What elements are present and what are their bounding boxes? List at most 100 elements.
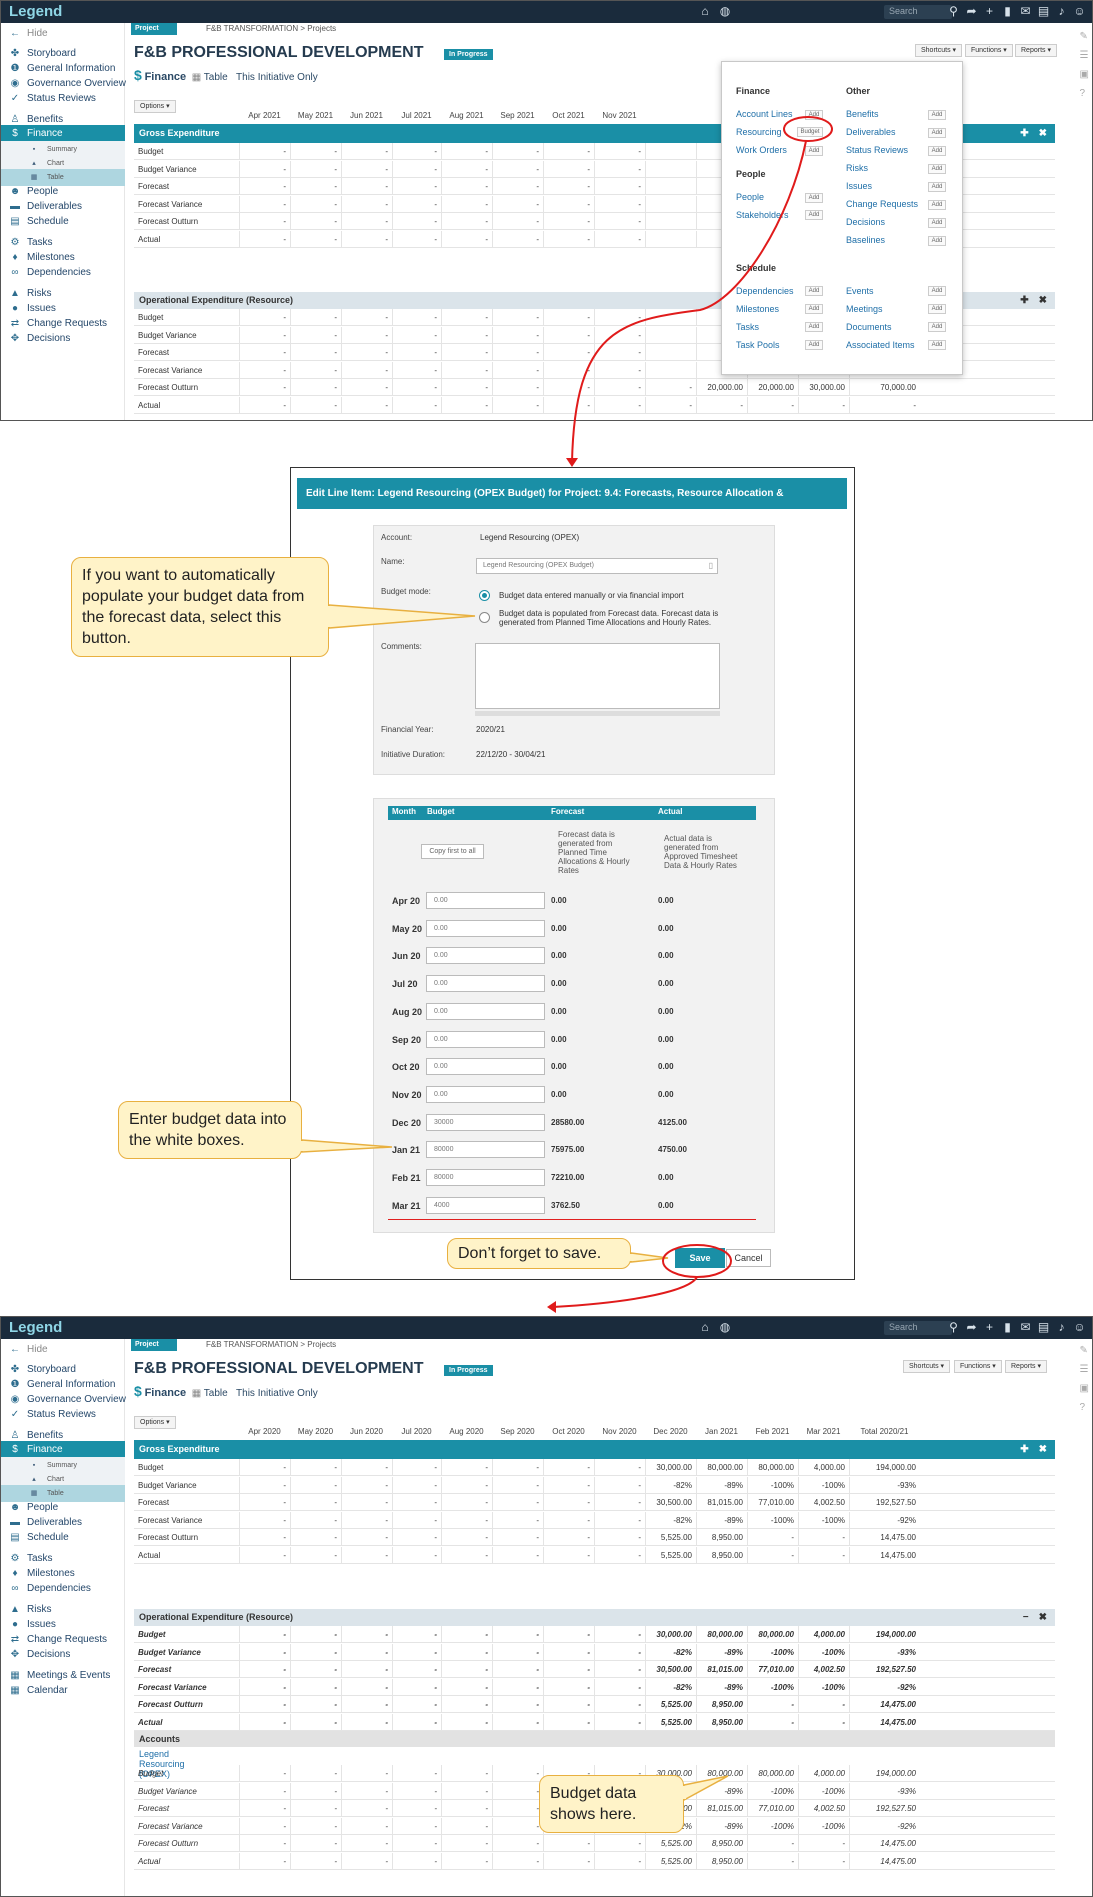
dd-resourcing[interactable]: Resourcing (736, 127, 782, 137)
sidebar-item-status-reviews[interactable]: ✓ Status Reviews (1, 90, 125, 107)
dd-add-tasks[interactable]: Add (805, 322, 823, 332)
sidebar-hide[interactable]: ← Hide (1, 25, 125, 42)
cancel-button[interactable]: Cancel (726, 1249, 771, 1267)
sidebar-item-schedule[interactable]: ▤ Schedule (1, 1529, 125, 1546)
budget-input[interactable]: 0.00 (426, 1002, 545, 1020)
bell-icon[interactable]: ♪ (1055, 4, 1068, 18)
list-icon[interactable]: ☰ (1080, 50, 1089, 61)
reports-button[interactable]: Reports ▾ (1015, 44, 1057, 57)
view-label[interactable]: Table (204, 72, 228, 83)
sidebar-item-finance[interactable]: $ Finance (1, 1441, 125, 1458)
dd-status-reviews[interactable]: Status Reviews (846, 145, 908, 155)
dd-tasks[interactable]: Tasks (736, 322, 759, 332)
budget-input[interactable]: 30000 (426, 1113, 545, 1131)
save-button[interactable]: Save (675, 1248, 725, 1268)
home-icon[interactable]: ⌂ (698, 1320, 712, 1334)
bell-icon[interactable]: ♪ (1055, 1320, 1068, 1334)
dd-documents[interactable]: Documents (846, 322, 892, 332)
globe-icon[interactable]: ◍ (718, 4, 732, 18)
lock-icon[interactable]: ▣ (1080, 1383, 1089, 1394)
budget-input[interactable]: 80000 (426, 1141, 545, 1159)
user-icon[interactable]: ☺ (1073, 4, 1086, 18)
app-logo[interactable]: Legend (9, 3, 62, 20)
dd-stakeholders[interactable]: Stakeholders (736, 210, 789, 220)
help-icon[interactable]: ? (1080, 88, 1089, 99)
dd-add-people[interactable]: Add (805, 193, 823, 203)
dd-add-associated-items[interactable]: Add (928, 340, 946, 350)
dd-baselines[interactable]: Baselines (846, 235, 885, 245)
dd-add-stakeholders[interactable]: Add (805, 210, 823, 220)
budget-input[interactable]: 0.00 (426, 919, 545, 937)
breadcrumb[interactable]: F&B TRANSFORMATION > Projects (206, 1340, 336, 1349)
shortcuts-button[interactable]: Shortcuts ▾ (903, 1360, 951, 1373)
dd-milestones[interactable]: Milestones (736, 304, 779, 314)
close-icon[interactable]: ✖ (1039, 295, 1047, 306)
search-icon[interactable]: ⚲ (947, 4, 960, 18)
dd-benefits[interactable]: Benefits (846, 109, 879, 119)
add-icon[interactable]: ✚ (1020, 1444, 1028, 1455)
search-input[interactable]: Search (884, 5, 952, 19)
budget-input[interactable]: 0.00 (426, 975, 545, 993)
sidebar-item-status-reviews[interactable]: ✓ Status Reviews (1, 1406, 125, 1423)
bookmark-icon[interactable]: ▮ (1001, 1320, 1014, 1334)
sidebar-item-finance[interactable]: $ Finance (1, 125, 125, 142)
dd-add-baselines[interactable]: Add (928, 236, 946, 246)
search-icon[interactable]: ⚲ (947, 1320, 960, 1334)
dd-deliverables[interactable]: Deliverables (846, 127, 896, 137)
document-icon[interactable]: ▤ (1037, 1320, 1050, 1334)
add-icon[interactable]: − (1023, 1612, 1029, 1623)
shortcuts-button[interactable]: Shortcuts ▾ (915, 44, 963, 57)
dd-add-dependencies[interactable]: Add (805, 286, 823, 296)
dd-add-benefits[interactable]: Add (928, 110, 946, 120)
close-icon[interactable]: ✖ (1039, 128, 1047, 139)
dd-associated-items[interactable]: Associated Items (846, 340, 915, 350)
scope-label[interactable]: This Initiative Only (236, 72, 318, 83)
dd-add-work-orders[interactable]: Add (805, 146, 823, 156)
search-input[interactable]: Search (884, 1321, 952, 1335)
sidebar-item-dependencies[interactable]: ∞ Dependencies (1, 1580, 125, 1597)
dd-add-change-requests[interactable]: Add (928, 200, 946, 210)
dd-add-decisions[interactable]: Add (928, 218, 946, 228)
dd-account-lines[interactable]: Account Lines (736, 109, 793, 119)
share-icon[interactable]: ➦ (965, 1320, 978, 1334)
dd-add-account-lines[interactable]: Add (805, 110, 823, 120)
dd-budget-button[interactable]: Budget (797, 127, 823, 137)
reports-button[interactable]: Reports ▾ (1005, 1360, 1047, 1373)
close-icon[interactable]: ✖ (1039, 1612, 1047, 1623)
dd-add-issues[interactable]: Add (928, 182, 946, 192)
share-icon[interactable]: ➦ (965, 4, 978, 18)
chat-icon[interactable]: ✉ (1019, 1320, 1032, 1334)
dd-change-requests[interactable]: Change Requests (846, 199, 918, 209)
dd-decisions[interactable]: Decisions (846, 217, 885, 227)
dd-meetings[interactable]: Meetings (846, 304, 883, 314)
budget-input[interactable]: 0.00 (426, 1030, 545, 1048)
dd-work-orders[interactable]: Work Orders (736, 145, 787, 155)
help-icon[interactable]: ? (1080, 1402, 1089, 1413)
budget-input[interactable]: 0.00 (426, 1058, 545, 1076)
user-icon[interactable]: ☺ (1073, 1320, 1086, 1334)
name-input[interactable]: Legend Resourcing (OPEX Budget) ▯ (476, 558, 718, 574)
breadcrumb[interactable]: F&B TRANSFORMATION > Projects (206, 24, 336, 33)
radio-forecast[interactable] (479, 612, 490, 623)
dd-events[interactable]: Events (846, 286, 874, 296)
radio-manual[interactable] (479, 590, 490, 601)
dd-risks[interactable]: Risks (846, 163, 868, 173)
add-icon[interactable]: ✚ (1020, 128, 1028, 139)
plus-icon[interactable]: + (983, 4, 996, 18)
document-icon[interactable]: ▤ (1037, 4, 1050, 18)
budget-input[interactable]: 0.00 (426, 1085, 545, 1103)
app-logo[interactable]: Legend (9, 1319, 62, 1336)
comments-textarea[interactable] (475, 643, 720, 709)
list-icon[interactable]: ☰ (1080, 1364, 1089, 1375)
add-icon[interactable]: ✚ (1020, 295, 1028, 306)
globe-icon[interactable]: ◍ (718, 1320, 732, 1334)
plus-icon[interactable]: + (983, 1320, 996, 1334)
functions-button[interactable]: Functions ▾ (954, 1360, 1002, 1373)
dd-add-deliverables[interactable]: Add (928, 128, 946, 138)
dd-add-risks[interactable]: Add (928, 164, 946, 174)
functions-button[interactable]: Functions ▾ (965, 44, 1013, 57)
textarea-resize-handle[interactable] (475, 711, 720, 716)
sidebar-item-schedule[interactable]: ▤ Schedule (1, 213, 125, 230)
sidebar-item-decisions[interactable]: ✥ Decisions (1, 1646, 125, 1663)
copy-first-to-all-button[interactable]: Copy first to all (421, 844, 484, 859)
